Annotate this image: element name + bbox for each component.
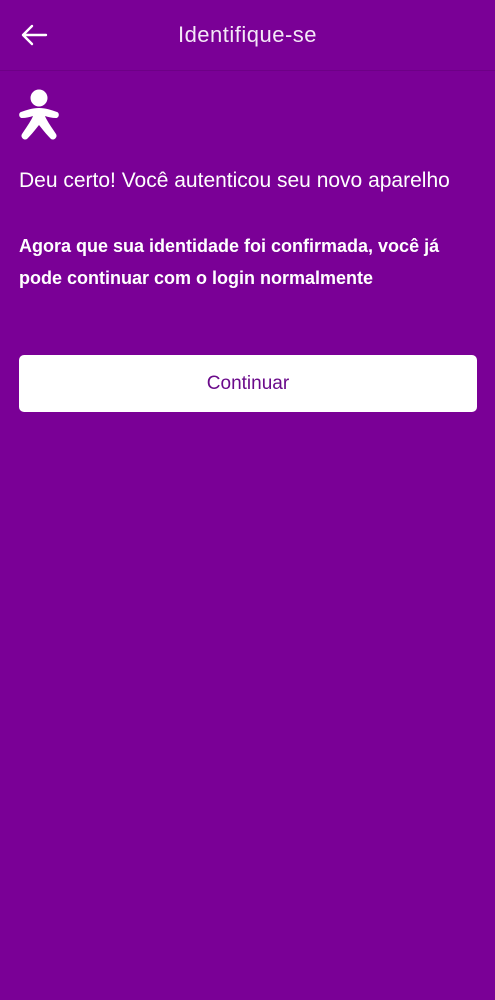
- continue-button-label: Continuar: [206, 372, 290, 394]
- success-message-title: Deu certo! Você autenticou seu novo apar…: [19, 169, 450, 192]
- auth-success-screen: Identifique-se Deu certo! Você autentico…: [0, 0, 495, 1000]
- app-header: Identifique-se: [0, 0, 495, 71]
- page-title: Identifique-se: [177, 22, 318, 47]
- success-message-body: Agora que sua identidade foi confirmada,…: [19, 236, 440, 288]
- vivo-person-logo-icon: [19, 89, 59, 140]
- continue-button[interactable]: Continuar: [19, 355, 477, 412]
